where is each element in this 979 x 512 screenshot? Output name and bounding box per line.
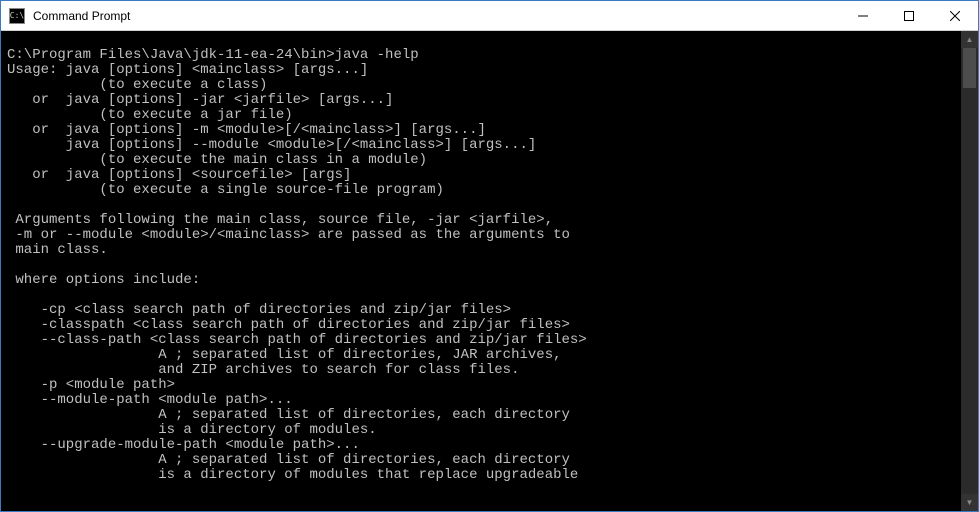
window-controls <box>840 1 978 30</box>
terminal-output[interactable]: C:\Program Files\Java\jdk-11-ea-24\bin>j… <box>1 31 978 511</box>
window-title: Command Prompt <box>31 9 840 23</box>
minimize-button[interactable] <box>840 1 886 30</box>
scrollbar[interactable]: ▲ ▼ <box>961 31 978 511</box>
titlebar[interactable]: C:\ Command Prompt <box>1 1 978 31</box>
app-icon: C:\ <box>9 8 25 24</box>
close-button[interactable] <box>932 1 978 30</box>
scroll-thumb[interactable] <box>963 48 976 88</box>
terminal-area: C:\Program Files\Java\jdk-11-ea-24\bin>j… <box>1 31 978 511</box>
maximize-button[interactable] <box>886 1 932 30</box>
scroll-down-arrow[interactable]: ▼ <box>961 494 978 511</box>
scroll-up-arrow[interactable]: ▲ <box>961 31 978 48</box>
